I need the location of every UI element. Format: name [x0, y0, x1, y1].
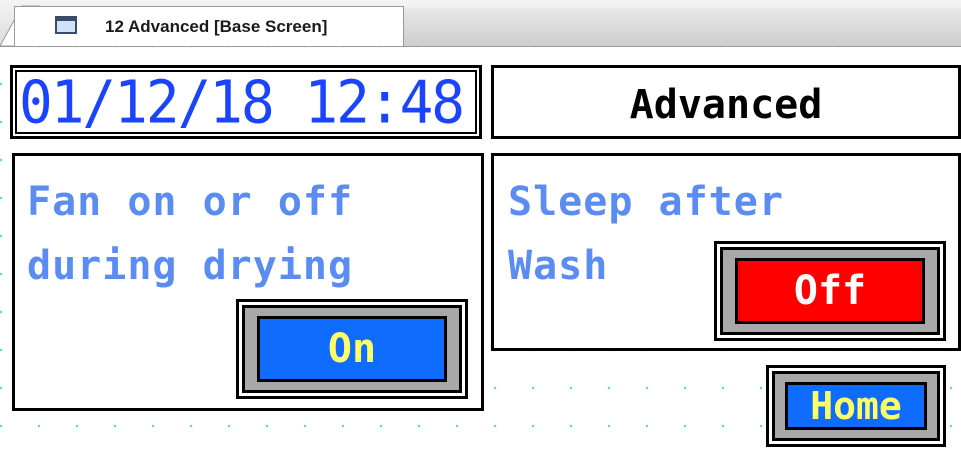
sleep-off-button-label: Off: [735, 258, 925, 324]
tab-title: 12 Advanced [Base Screen]: [105, 17, 328, 36]
home-button[interactable]: Home: [766, 365, 946, 447]
sleep-off-button[interactable]: Off: [714, 241, 946, 341]
button-bezel: On: [242, 305, 462, 393]
screen-icon: [55, 16, 77, 34]
screen-title: Advanced: [629, 82, 823, 128]
fan-on-button[interactable]: On: [236, 299, 468, 399]
tab-bar-empty-area: [404, 8, 961, 46]
tab-base-screen[interactable]: 12 Advanced [Base Screen]: [14, 6, 404, 46]
screen-canvas: 01/12/18 12:48 Advanced Fan on or off du…: [0, 47, 961, 458]
fan-label: Fan on or off during drying: [27, 179, 354, 289]
screen-title-box: Advanced: [491, 65, 961, 139]
button-bezel: Off: [720, 247, 940, 335]
tab-bar: 12 Advanced [Base Screen]: [0, 0, 961, 47]
date-time-display: 01/12/18 12:48: [10, 65, 482, 139]
home-button-label: Home: [785, 382, 927, 430]
date-time-text: 01/12/18 12:48: [19, 68, 465, 138]
button-bezel: Home: [772, 371, 940, 441]
fan-on-button-label: On: [257, 316, 447, 382]
